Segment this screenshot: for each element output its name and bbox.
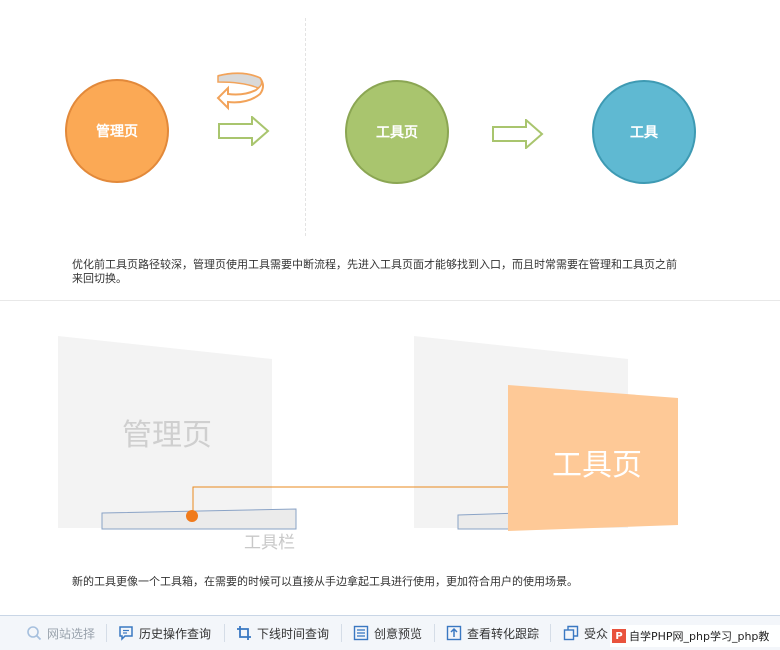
- circle-tool-page: 工具页: [345, 80, 449, 184]
- toolbar-item-site-select[interactable]: 网站选择: [26, 616, 95, 650]
- toolbar-item-label: 创意预览: [374, 626, 423, 641]
- crop-icon: [237, 626, 251, 640]
- circle-manage-label: 管理页: [96, 124, 138, 140]
- tool-panel-label: 工具页: [552, 448, 642, 483]
- toolbar-separator: [224, 624, 225, 642]
- toolbar-separator: [341, 624, 342, 642]
- toolbar-label: 工具栏: [244, 533, 295, 553]
- toolbar-item-label: 查看转化跟踪: [467, 626, 540, 641]
- right-arrow-icon: [218, 116, 270, 146]
- toolbar-item-label: 网站选择: [47, 626, 96, 641]
- toolbar-item-label: 历史操作查询: [139, 626, 212, 641]
- circle-tool-page-label: 工具页: [376, 125, 418, 141]
- toolbar-separator: [434, 624, 435, 642]
- circle-tool: 工具: [592, 80, 696, 184]
- toolbar-item-label: 下线时间查询: [257, 626, 330, 641]
- watermark-text: 自学PHP网_php学习_php教: [629, 630, 770, 643]
- circle-manage-page: 管理页: [65, 79, 169, 183]
- toolbar-item-offline-time[interactable]: 下线时间查询: [236, 616, 329, 650]
- toolbar-separator: [106, 624, 107, 642]
- upload-icon: [446, 625, 462, 641]
- list-icon: [353, 625, 369, 641]
- toolbar-item-history-query[interactable]: 历史操作查询: [118, 616, 211, 650]
- connector-line: [186, 486, 509, 522]
- site-watermark: P 自学PHP网_php学习_php教: [610, 625, 780, 647]
- search-icon: [27, 626, 42, 641]
- toolbar-item-conversion-tracking[interactable]: 查看转化跟踪: [446, 616, 539, 650]
- toolbar-item-label: 受众: [584, 626, 609, 641]
- cycle-arrow-icon: [216, 72, 264, 111]
- watermark-logo: P: [612, 629, 626, 643]
- toolbar-item-audience[interactable]: 受众: [563, 616, 608, 650]
- right-arrow-icon: [492, 119, 544, 149]
- toolbar-item-creative-preview[interactable]: 创意预览: [353, 616, 422, 650]
- copy-icon: [563, 625, 579, 641]
- circle-tool-label: 工具: [630, 125, 658, 141]
- top-description: 优化前工具页路径较深，管理页使用工具需要中断流程，先进入工具页面才能够找到入口，…: [72, 258, 677, 285]
- horizontal-divider: [0, 300, 780, 301]
- bottom-description: 新的工具更像一个工具箱，在需要的时候可以直接从手边拿起工具进行使用，更加符合用户…: [72, 575, 578, 588]
- chat-icon: [119, 626, 133, 641]
- toolbar-separator: [550, 624, 551, 642]
- vertical-divider: [305, 18, 306, 236]
- manage-panel-label: 管理页: [122, 418, 212, 453]
